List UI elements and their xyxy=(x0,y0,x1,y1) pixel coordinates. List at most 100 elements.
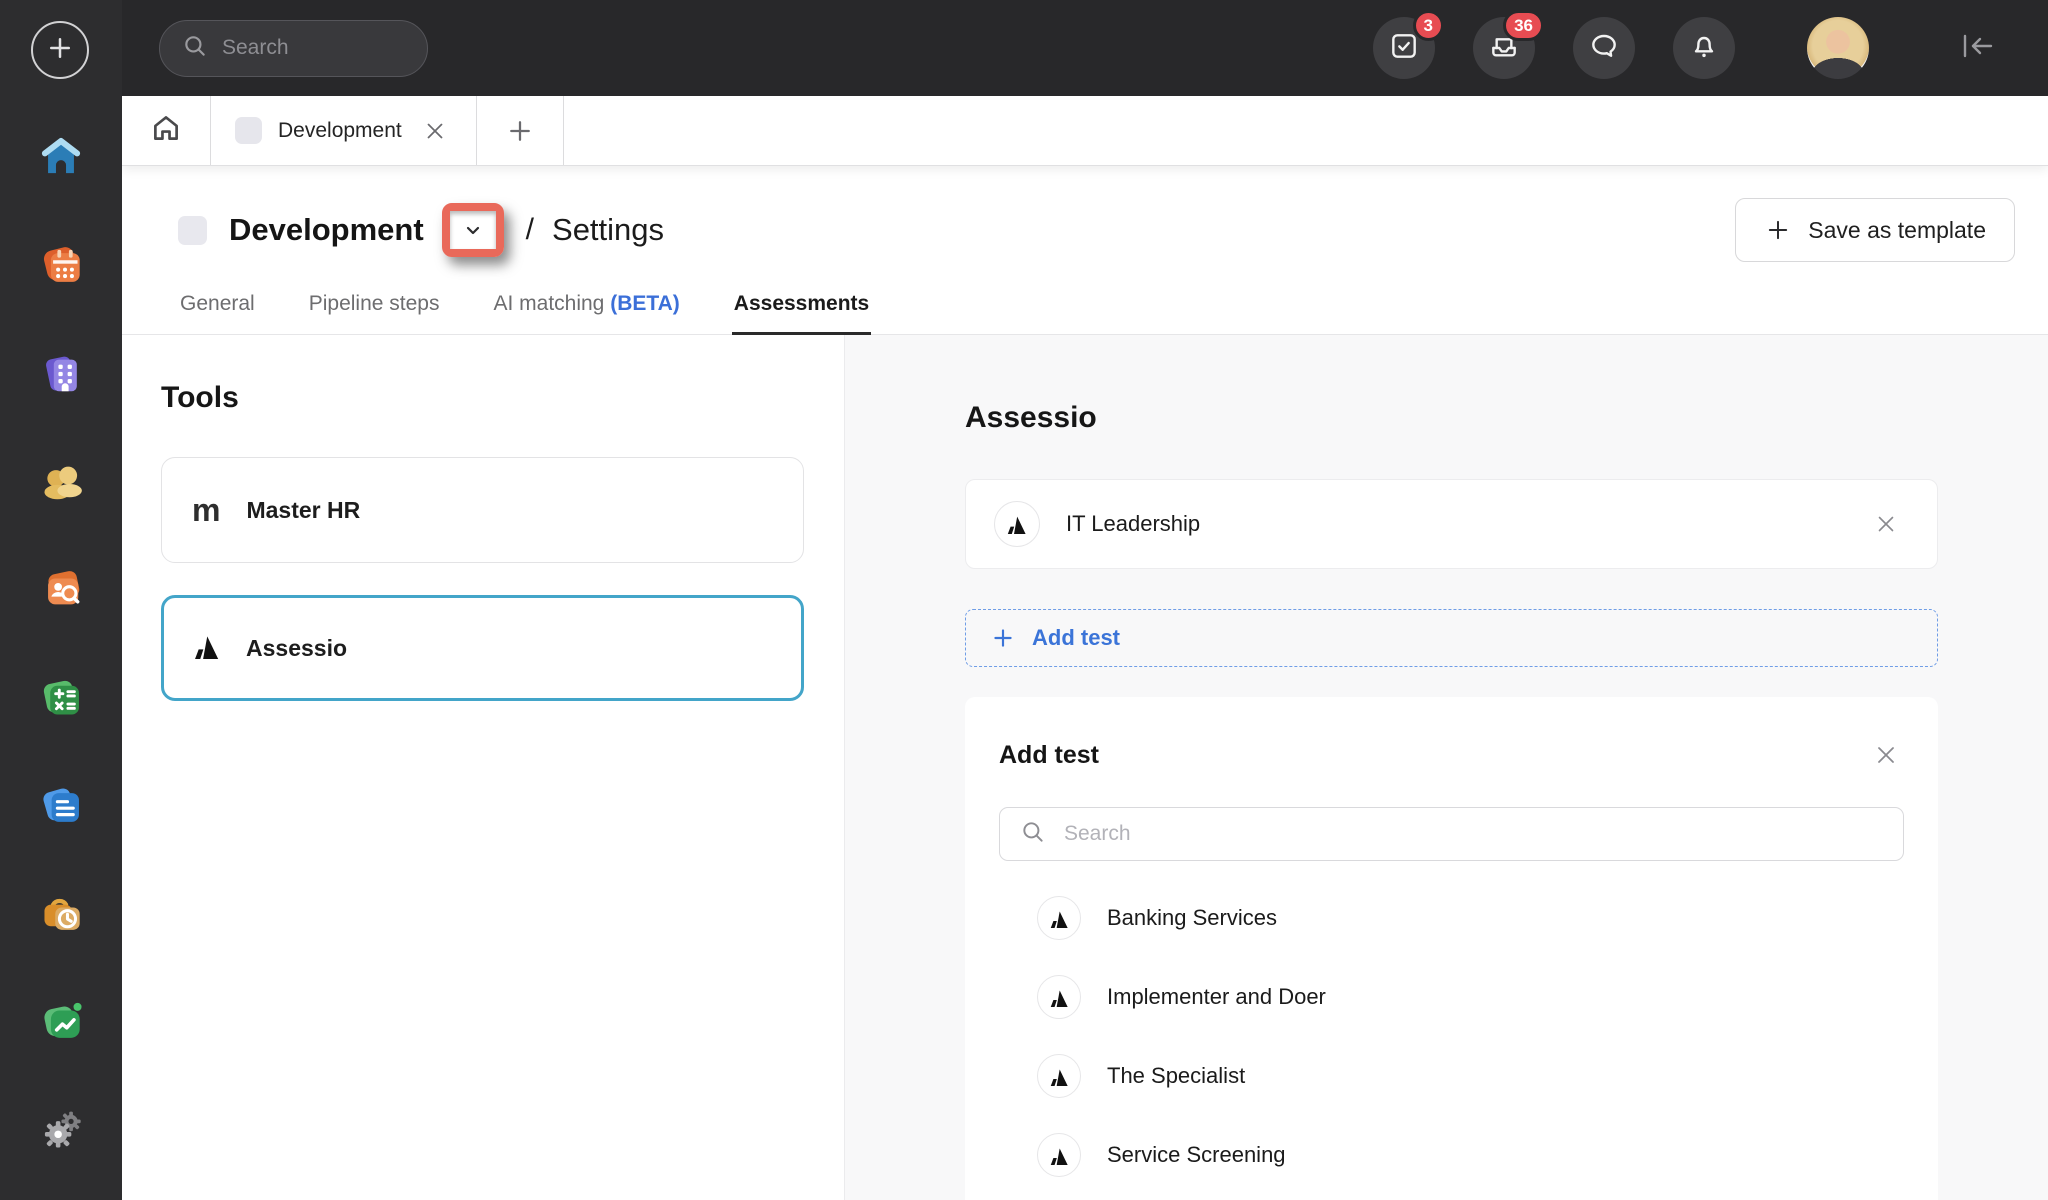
people-icon xyxy=(38,459,84,505)
option-label: The Specialist xyxy=(1107,1063,1245,1089)
person-search-icon xyxy=(38,567,84,613)
close-icon xyxy=(1872,741,1900,769)
assessio-logo xyxy=(194,633,220,664)
test-search[interactable] xyxy=(999,807,1904,861)
test-search-input[interactable] xyxy=(1064,822,1883,846)
job-menu-button[interactable] xyxy=(450,211,496,249)
assessio-logo-circle xyxy=(1037,1054,1081,1098)
add-test-button[interactable]: Add test xyxy=(965,609,1938,667)
sidebar-item-calculator[interactable] xyxy=(38,675,84,721)
tab-assessments[interactable]: Assessments xyxy=(732,278,871,335)
test-option-row[interactable]: Implementer and Doer xyxy=(999,975,1904,1019)
tool-label: Assessio xyxy=(246,635,347,662)
tab-ai-matching[interactable]: AI matching (BETA) xyxy=(491,278,681,334)
sidebar-item-reports[interactable] xyxy=(38,999,84,1045)
gear-icon xyxy=(38,1107,84,1153)
plus-icon xyxy=(45,33,75,68)
assessio-logo xyxy=(1050,909,1069,928)
save-as-template-button[interactable]: Save as template xyxy=(1735,198,2015,262)
test-option-row[interactable]: The Specialist xyxy=(999,1054,1904,1098)
breadcrumb-separator: / xyxy=(526,213,534,247)
option-label: Banking Services xyxy=(1107,905,1277,931)
tab-general[interactable]: General xyxy=(178,278,257,334)
close-panel-button[interactable] xyxy=(1868,737,1904,773)
assessio-logo-circle xyxy=(994,501,1040,547)
collapse-sidebar-button[interactable] xyxy=(1957,28,1997,69)
user-avatar[interactable] xyxy=(1807,17,1869,79)
annotation-highlight-box xyxy=(442,203,504,257)
home-outline-icon xyxy=(149,111,183,150)
assessio-logo-circle xyxy=(1037,896,1081,940)
assessio-logo xyxy=(1050,1067,1069,1086)
global-search[interactable] xyxy=(159,20,428,77)
sidebar-nav xyxy=(0,135,122,1153)
tools-panel: Tools m Master HR Assessio xyxy=(122,335,845,1200)
tab-favicon xyxy=(235,117,262,144)
beta-badge: (BETA) xyxy=(610,292,680,315)
selected-test-card: IT Leadership xyxy=(965,479,1938,569)
add-test-panel-title: Add test xyxy=(999,741,1099,770)
tab-pipeline-steps[interactable]: Pipeline steps xyxy=(307,278,442,334)
sidebar-item-people[interactable] xyxy=(38,459,84,505)
calculator-icon xyxy=(38,675,84,721)
check-square-icon xyxy=(1388,30,1420,67)
plus-icon xyxy=(505,116,535,146)
home-icon xyxy=(38,135,84,181)
create-new-button[interactable] xyxy=(31,21,89,79)
remove-test-button[interactable] xyxy=(1869,507,1903,541)
close-tab-button[interactable] xyxy=(418,114,452,148)
calendar-icon xyxy=(38,243,84,289)
assessio-logo-circle xyxy=(1037,975,1081,1019)
plus-icon xyxy=(1764,216,1792,244)
test-option-row[interactable]: Banking Services xyxy=(999,896,1904,940)
inbox-button[interactable]: 36 xyxy=(1473,17,1535,79)
chevron-down-icon xyxy=(461,218,485,242)
tasks-button[interactable]: 3 xyxy=(1373,17,1435,79)
close-icon xyxy=(1873,511,1899,537)
bell-icon xyxy=(1688,30,1720,67)
page-header: Development / Settings Save as template xyxy=(122,166,2048,278)
app-sidebar xyxy=(0,0,122,1200)
test-option-row[interactable]: Service Screening xyxy=(999,1133,1904,1177)
sidebar-item-calendar[interactable] xyxy=(38,243,84,289)
option-label: Service Screening xyxy=(1107,1142,1286,1168)
topbar: 3 36 xyxy=(0,0,2048,96)
search-icon xyxy=(182,33,208,64)
tool-card-assessio[interactable]: Assessio xyxy=(161,595,804,701)
settings-tabs: General Pipeline steps AI matching (BETA… xyxy=(122,278,2048,335)
add-test-panel: Add test xyxy=(965,697,1938,1200)
sidebar-item-talent-search[interactable] xyxy=(38,567,84,613)
tabstrip-home-button[interactable] xyxy=(122,96,210,165)
assessio-logo-circle xyxy=(1037,1133,1081,1177)
sidebar-item-documents[interactable] xyxy=(38,783,84,829)
collapse-left-icon xyxy=(1957,28,1997,69)
tool-card-master-hr[interactable]: m Master HR xyxy=(161,457,804,563)
sidebar-item-home[interactable] xyxy=(38,135,84,181)
briefcase-clock-icon xyxy=(38,891,84,937)
tab-development[interactable]: Development xyxy=(211,96,476,165)
page-title: Development xyxy=(229,212,424,248)
job-color-square xyxy=(178,216,207,245)
new-tab-button[interactable] xyxy=(477,96,563,165)
chat-button[interactable] xyxy=(1573,17,1635,79)
master-hr-logo: m xyxy=(192,494,220,526)
topbar-actions: 3 36 xyxy=(1373,16,1997,80)
notifications-button[interactable] xyxy=(1673,17,1735,79)
chart-icon xyxy=(38,999,84,1045)
assessio-logo xyxy=(1050,1146,1069,1165)
sidebar-item-settings[interactable] xyxy=(38,1107,84,1153)
assessio-logo xyxy=(1050,988,1069,1007)
chat-bubble-icon xyxy=(1588,30,1620,67)
tools-heading: Tools xyxy=(161,381,804,415)
plus-icon xyxy=(990,625,1016,651)
detail-heading: Assessio xyxy=(965,401,1938,435)
search-input[interactable] xyxy=(222,36,382,60)
inbox-badge: 36 xyxy=(1503,10,1544,41)
sidebar-item-time[interactable] xyxy=(38,891,84,937)
sidebar-item-company[interactable] xyxy=(38,351,84,397)
main-area: Development Development / Set xyxy=(122,96,2048,1200)
assessio-detail-panel: Assessio IT Leadership xyxy=(845,335,2048,1200)
tab-label: Development xyxy=(278,119,402,143)
add-test-options: Banking Services Implementer and Doer Th… xyxy=(999,896,1904,1177)
selected-test-label: IT Leadership xyxy=(1066,511,1200,537)
